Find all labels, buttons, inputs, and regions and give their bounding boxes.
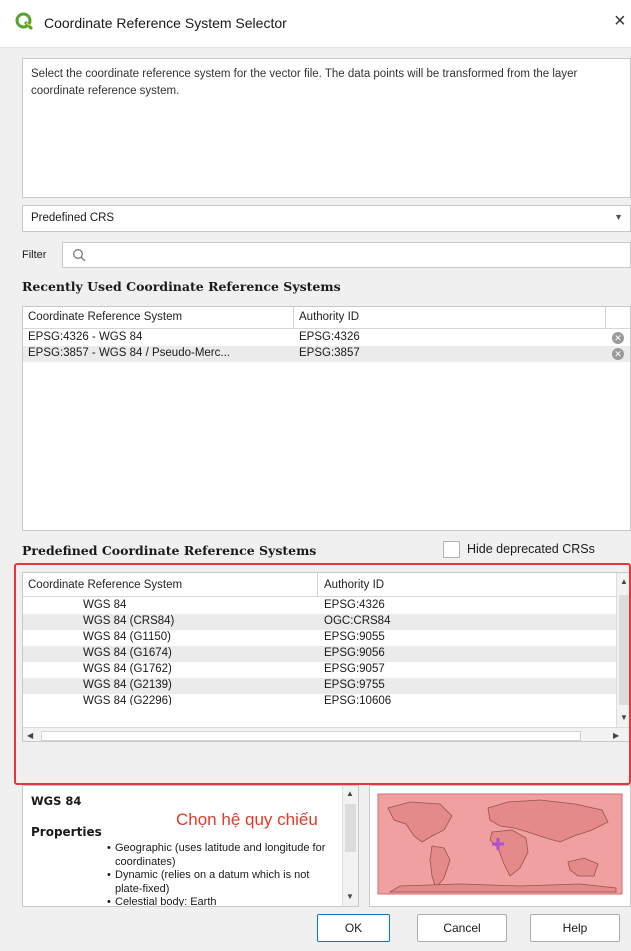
column-header-authority-id[interactable]: Authority ID (324, 579, 384, 591)
crs-name-cell: WGS 84 (CRS84) (83, 615, 175, 627)
list-item: Geographic (uses latitude and longitude … (107, 842, 337, 869)
scroll-up-icon[interactable]: ▲ (620, 577, 628, 586)
table-row[interactable]: WGS 84 (G2139) EPSG:9755 (23, 678, 630, 694)
authority-id-cell: EPSG:9056 (324, 647, 385, 659)
scroll-left-icon[interactable]: ◀ (27, 731, 33, 740)
column-divider (605, 307, 606, 329)
column-divider (293, 307, 294, 329)
scroll-thumb[interactable] (619, 595, 630, 705)
table-row[interactable]: WGS 84 (G1762) EPSG:9057 (23, 662, 630, 678)
table-row[interactable]: WGS 84 (G2296) EPSG:10606 (23, 694, 630, 705)
authority-id-cell: EPSG:9057 (324, 663, 385, 675)
scroll-right-icon[interactable]: ▶ (613, 731, 619, 740)
table-row[interactable]: EPSG:3857 - WGS 84 / Pseudo-Merc... EPSG… (23, 346, 630, 362)
cancel-button[interactable]: Cancel (417, 914, 507, 942)
list-item: Dynamic (relies on a datum which is not … (107, 869, 337, 896)
crs-name-cell: WGS 84 (G1674) (83, 647, 172, 659)
crs-type-dropdown[interactable]: Predefined CRS ▼ (22, 205, 631, 232)
table-header: Coordinate Reference System Authority ID (23, 573, 630, 597)
authority-id-cell: EPSG:10606 (324, 695, 392, 705)
predefined-crs-table[interactable]: Coordinate Reference System Authority ID… (22, 572, 631, 742)
remove-icon[interactable]: ✕ (612, 348, 624, 360)
crs-name-cell: EPSG:4326 - WGS 84 (28, 331, 143, 343)
description-box: Select the coordinate reference system f… (22, 58, 631, 198)
filter-input[interactable] (62, 242, 631, 268)
list-item: Celestial body: Earth (107, 896, 337, 906)
crs-name-cell: WGS 84 (G2139) (83, 679, 172, 691)
authority-id-cell: EPSG:4326 (299, 331, 360, 343)
column-header-crs[interactable]: Coordinate Reference System (28, 311, 182, 323)
selected-crs-name: WGS 84 (31, 794, 82, 808)
table-header: Coordinate Reference System Authority ID (23, 307, 630, 329)
crs-name-cell: WGS 84 (G1762) (83, 663, 172, 675)
properties-heading: Properties (31, 825, 102, 839)
close-icon[interactable]: × (614, 10, 626, 33)
crs-details-panel: WGS 84 Properties Chọn hệ quy chiếu Geog… (22, 785, 359, 907)
authority-id-cell: EPSG:3857 (299, 347, 360, 359)
world-map (370, 786, 630, 906)
authority-id-cell: OGC:CRS84 (324, 615, 391, 627)
authority-id-cell: EPSG:9055 (324, 631, 385, 643)
filter-label: Filter (22, 249, 47, 261)
recent-crs-table[interactable]: Coordinate Reference System Authority ID… (22, 306, 631, 531)
ok-button[interactable]: OK (317, 914, 390, 942)
search-icon (73, 249, 86, 262)
table-row[interactable]: WGS 84 (G1674) EPSG:9056 (23, 646, 630, 662)
column-header-crs[interactable]: Coordinate Reference System (28, 579, 182, 591)
scroll-down-icon[interactable]: ▼ (620, 713, 628, 722)
horizontal-scrollbar[interactable]: ◀ ▶ (23, 727, 630, 741)
column-divider (317, 573, 318, 597)
table-row[interactable]: WGS 84 (G1150) EPSG:9055 (23, 630, 630, 646)
window-title: Coordinate Reference System Selector (44, 15, 287, 31)
crs-name-cell: WGS 84 (G1150) (83, 631, 171, 643)
table-row[interactable]: EPSG:4326 - WGS 84 EPSG:4326 ✕ (23, 330, 630, 346)
help-button[interactable]: Help (530, 914, 620, 942)
annotation-text: Chọn hệ quy chiếu (176, 810, 318, 829)
properties-list: Geographic (uses latitude and longitude … (107, 842, 337, 906)
table-row[interactable]: WGS 84 EPSG:4326 (23, 598, 630, 614)
column-header-authority-id[interactable]: Authority ID (299, 311, 359, 323)
authority-id-cell: EPSG:9755 (324, 679, 385, 691)
chevron-down-icon: ▼ (614, 212, 623, 222)
authority-id-cell: EPSG:4326 (324, 599, 385, 611)
remove-icon[interactable]: ✕ (612, 332, 624, 344)
scroll-thumb[interactable] (41, 731, 581, 741)
extent-map-preview (369, 785, 631, 907)
scroll-thumb[interactable] (345, 804, 356, 852)
crs-name-cell: WGS 84 (G2296) (83, 695, 172, 705)
scroll-down-icon[interactable]: ▼ (346, 892, 354, 901)
details-scrollbar[interactable]: ▲ ▼ (342, 786, 358, 906)
recent-crs-heading: Recently Used Coordinate Reference Syste… (22, 279, 341, 294)
crs-type-value: Predefined CRS (31, 212, 115, 224)
crs-name-cell: WGS 84 (83, 599, 127, 611)
checkbox-box[interactable] (443, 541, 460, 558)
title-bar: Coordinate Reference System Selector × (0, 0, 631, 48)
crs-name-cell: EPSG:3857 - WGS 84 / Pseudo-Merc... (28, 347, 230, 359)
qgis-logo-icon (15, 12, 33, 30)
vertical-scrollbar[interactable]: ▲ ▼ (616, 573, 630, 727)
table-row[interactable]: WGS 84 (CRS84) OGC:CRS84 (23, 614, 630, 630)
predefined-crs-heading: Predefined Coordinate Reference Systems (22, 543, 317, 558)
scroll-up-icon[interactable]: ▲ (346, 789, 354, 798)
hide-deprecated-label: Hide deprecated CRSs (467, 542, 595, 556)
